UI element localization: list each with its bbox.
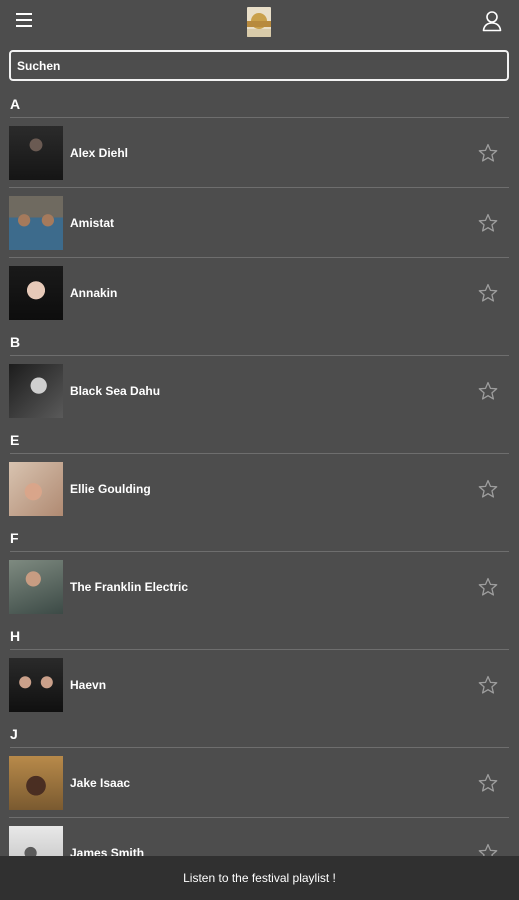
star-outline-icon[interactable] — [477, 142, 499, 164]
top-bar — [0, 0, 519, 44]
section-header-e: E — [10, 426, 509, 454]
hamburger-menu-icon[interactable] — [14, 10, 38, 32]
section-header-j: J — [10, 720, 509, 748]
artist-row[interactable]: Annakin — [9, 258, 509, 328]
artist-name: Haevn — [70, 678, 107, 692]
artist-row[interactable]: Haevn — [9, 650, 509, 720]
section-letter: J — [10, 726, 18, 742]
star-outline-icon[interactable] — [477, 212, 499, 234]
playlist-button[interactable]: Listen to the festival playlist ! — [0, 856, 519, 900]
star-outline-icon[interactable] — [477, 772, 499, 794]
artist-name: Amistat — [70, 216, 115, 230]
artist-name: Ellie Goulding — [70, 482, 151, 496]
star-outline-icon[interactable] — [477, 674, 499, 696]
app-screen: A Alex Diehl Amistat Annakin B Black Sea Dahu… — [0, 0, 519, 900]
artist-photo — [9, 126, 63, 180]
section-letter: H — [10, 628, 21, 644]
artist-row[interactable]: Black Sea Dahu — [9, 356, 509, 426]
artist-photo — [9, 266, 63, 320]
playlist-button-label: Listen to the festival playlist ! — [183, 871, 336, 885]
artist-list: A Alex Diehl Amistat Annakin B Black Sea Dahu… — [0, 90, 519, 888]
artist-photo — [9, 364, 63, 418]
artist-name: Black Sea Dahu — [70, 384, 161, 398]
star-outline-icon[interactable] — [477, 478, 499, 500]
festival-logo[interactable] — [247, 7, 271, 37]
artist-row[interactable]: Alex Diehl — [9, 118, 509, 188]
section-header-b: B — [10, 328, 509, 356]
artist-photo — [9, 658, 63, 712]
artist-row[interactable]: Jake Isaac — [9, 748, 509, 818]
star-outline-icon[interactable] — [477, 380, 499, 402]
section-letter: A — [10, 96, 21, 112]
artist-photo — [9, 560, 63, 614]
artist-name: Annakin — [70, 286, 118, 300]
artist-name: The Franklin Electric — [70, 580, 189, 594]
star-outline-icon[interactable] — [477, 576, 499, 598]
section-letter: F — [10, 530, 19, 546]
section-header-f: F — [10, 524, 509, 552]
artist-row[interactable]: Ellie Goulding — [9, 454, 509, 524]
user-profile-icon[interactable] — [481, 10, 503, 32]
section-letter: E — [10, 432, 20, 448]
artist-name: Jake Isaac — [70, 776, 131, 790]
section-header-h: H — [10, 622, 509, 650]
artist-name: Alex Diehl — [70, 146, 129, 160]
artist-photo — [9, 756, 63, 810]
artist-row[interactable]: The Franklin Electric — [9, 552, 509, 622]
section-header-a: A — [10, 90, 509, 118]
section-letter: B — [10, 334, 21, 350]
artist-photo — [9, 196, 63, 250]
artist-photo — [9, 462, 63, 516]
artist-row[interactable]: Amistat — [9, 188, 509, 258]
search-input[interactable] — [9, 50, 509, 81]
star-outline-icon[interactable] — [477, 282, 499, 304]
